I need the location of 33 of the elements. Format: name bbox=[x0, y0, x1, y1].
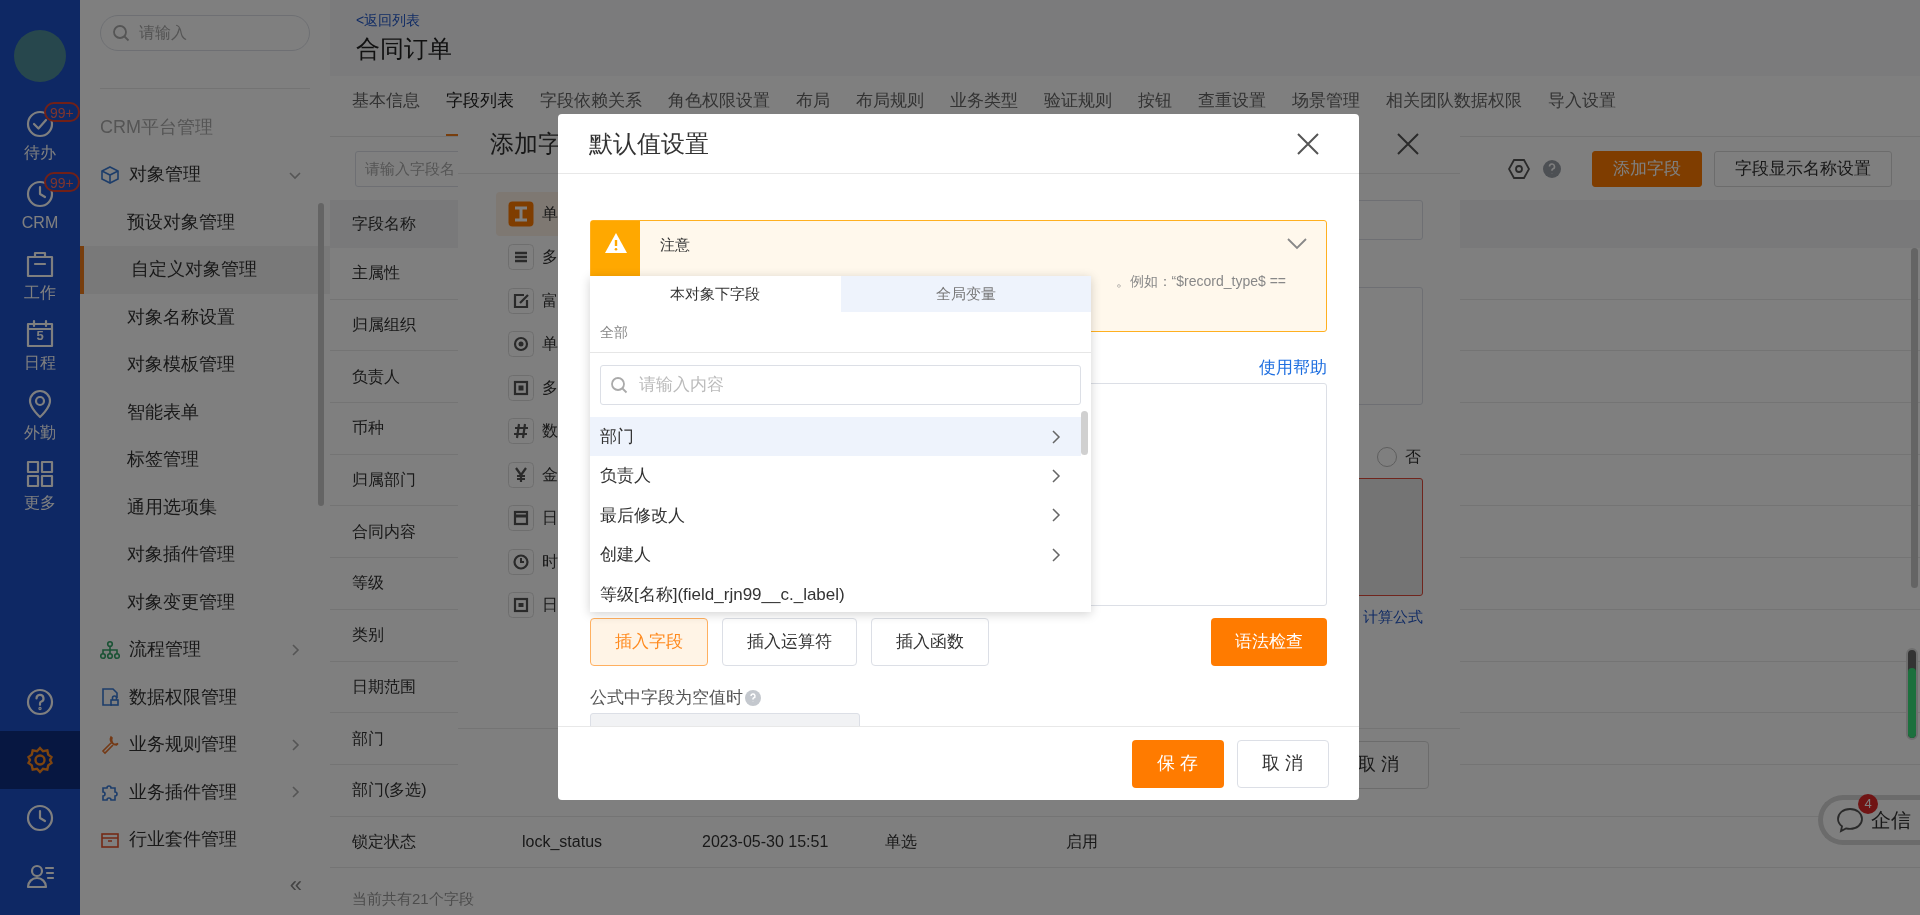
table-cell-text: 等级 bbox=[352, 573, 385, 594]
table-cell-text: 归属组织 bbox=[352, 315, 417, 336]
table-cell-text: 币种 bbox=[352, 418, 385, 439]
rail-label: 工作 bbox=[24, 285, 56, 301]
table-cell-text: lock_status bbox=[522, 831, 604, 852]
table-cell-text: 主属性 bbox=[352, 263, 401, 284]
table-cell-text: 负责人 bbox=[352, 366, 401, 387]
notice-text: 。例如：“$record_type$ == bbox=[1115, 272, 1286, 291]
table-cell-text: 锁定状态 bbox=[352, 831, 417, 852]
radio-label: 否 bbox=[1405, 447, 1421, 467]
rail-label: 外勤 bbox=[24, 425, 56, 441]
count-badge: 4 bbox=[1858, 794, 1878, 814]
field-label: 公式中字段为空值时 bbox=[590, 687, 743, 709]
rail-label: CRM bbox=[21, 215, 59, 231]
table-cell-text: 启用 bbox=[1066, 831, 1099, 852]
table-cell-text: 类别 bbox=[352, 625, 385, 646]
table-cell-text: 合同内容 bbox=[352, 521, 417, 542]
count-badge: 99+ bbox=[44, 172, 80, 192]
rail-label: 待办 bbox=[24, 145, 56, 161]
count-badge: 99+ bbox=[44, 102, 80, 122]
table-cell-text: 单选 bbox=[885, 831, 918, 852]
table-cell-text: 部门(多选) bbox=[352, 780, 428, 801]
page-title: 合同订单 bbox=[356, 34, 452, 64]
table-cell-text: 部门 bbox=[352, 728, 385, 749]
dialog-title: 默认值设置 bbox=[589, 128, 709, 159]
notice-title: 注意 bbox=[660, 235, 691, 255]
table-cell-text: 日期范围 bbox=[352, 676, 417, 697]
column-header: 字段名称 bbox=[352, 214, 417, 234]
rail-label: 更多 bbox=[24, 495, 56, 511]
rail-label: 日程 bbox=[24, 355, 56, 371]
table-cell-text: 归属部门 bbox=[352, 470, 417, 491]
calendar-day: 5 bbox=[25, 329, 55, 342]
table-cell-text: 2023-05-30 15:51 bbox=[702, 831, 830, 852]
